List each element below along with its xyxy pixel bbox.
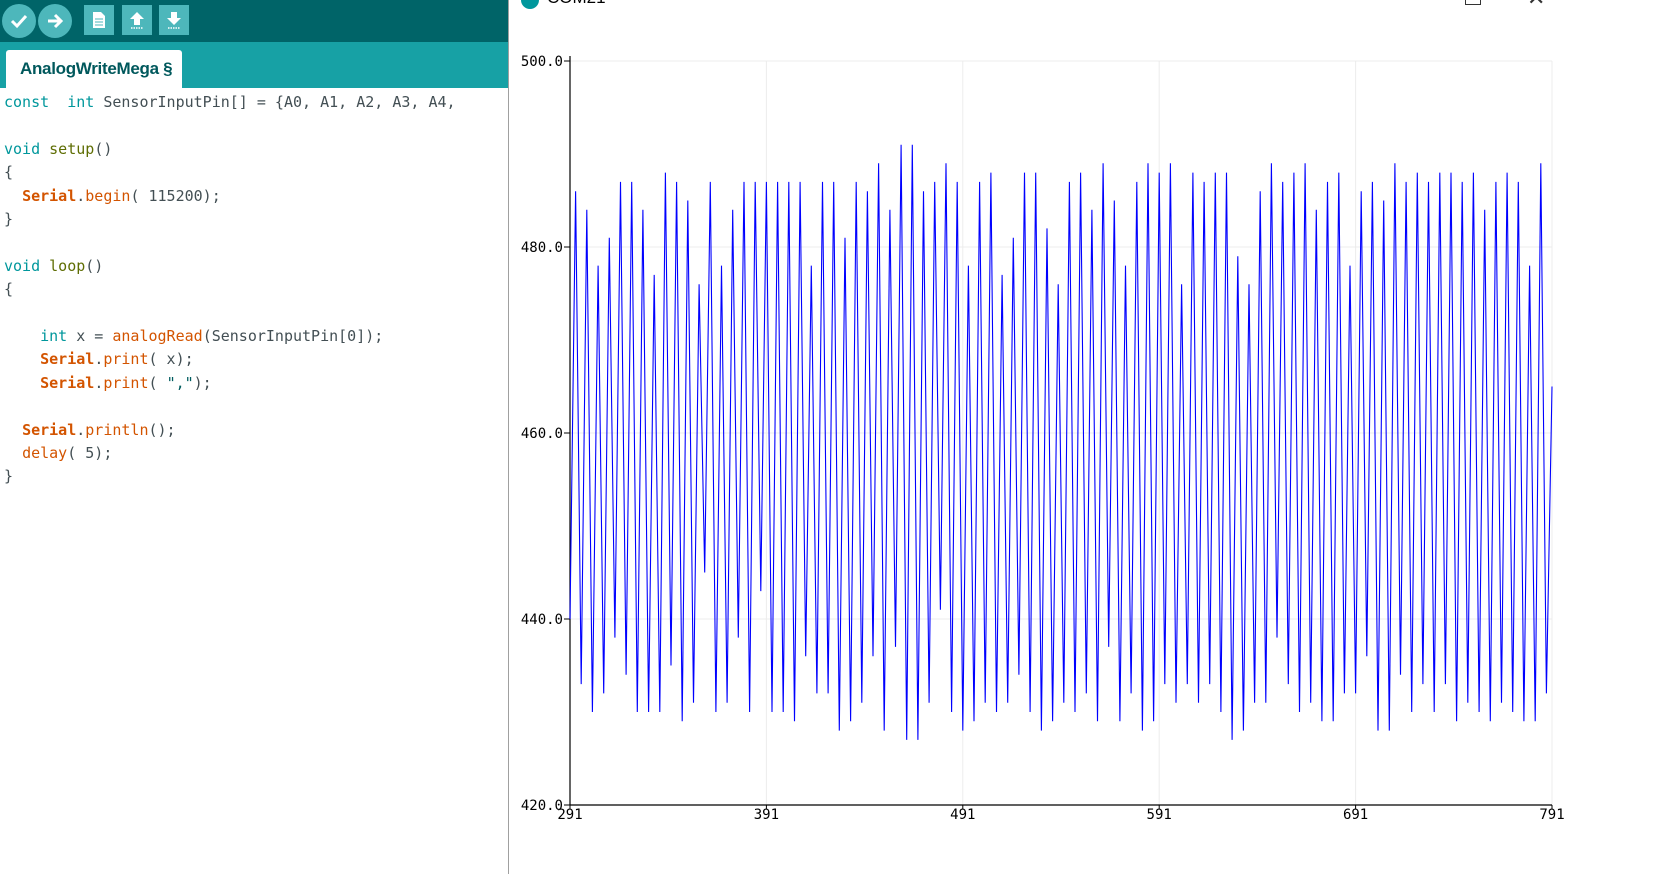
x-tick-label: 391 bbox=[754, 807, 779, 823]
code-line: } bbox=[4, 207, 13, 231]
y-tick-label: 440.0 bbox=[521, 612, 563, 628]
arrow-up-icon bbox=[130, 12, 144, 29]
code-token: x = bbox=[67, 327, 113, 345]
code-token: Serial bbox=[40, 373, 95, 392]
x-tick-label: 291 bbox=[557, 807, 582, 823]
code-line: Serial.print( x); bbox=[4, 347, 194, 371]
toolbar bbox=[0, 0, 508, 42]
open-sketch-button[interactable] bbox=[122, 5, 152, 35]
code-token: int bbox=[40, 327, 68, 345]
upload-button[interactable] bbox=[38, 4, 72, 38]
code-token: ( 115200); bbox=[130, 186, 221, 205]
y-tick-label: 460.0 bbox=[521, 426, 563, 442]
code-token: print bbox=[103, 350, 149, 369]
code-line: Serial.begin( 115200); bbox=[4, 184, 221, 208]
code-token: { bbox=[4, 163, 14, 182]
code-token: ( 5); bbox=[67, 444, 113, 462]
code-token: ( x); bbox=[148, 350, 194, 369]
code-line: int x = analogRead(SensorInputPin[0]); bbox=[4, 324, 383, 348]
code-token: . bbox=[76, 420, 86, 439]
code-token: Serial bbox=[22, 186, 77, 205]
arduino-ide-window: AnalogWriteMega § const int SensorInputP… bbox=[0, 0, 508, 874]
tab-bar: AnalogWriteMega § bbox=[0, 42, 508, 88]
check-icon bbox=[10, 14, 28, 29]
code-token: analogRead bbox=[112, 327, 203, 345]
code-token: } bbox=[4, 210, 14, 228]
arrow-right-icon bbox=[48, 13, 64, 29]
code-token: Serial bbox=[22, 420, 77, 439]
code-token: () bbox=[85, 256, 104, 275]
code-token: (SensorInputPin[0]); bbox=[202, 327, 384, 345]
plot-area: 500.0480.0460.0440.0420.0291 391 491 591 691… bbox=[521, 54, 1565, 823]
code-token: begin bbox=[85, 186, 131, 205]
code-line: { bbox=[4, 160, 13, 184]
code-token: . bbox=[94, 373, 104, 392]
code-token: (); bbox=[148, 420, 176, 439]
code-token: loop bbox=[49, 256, 86, 275]
code-line: { bbox=[4, 277, 13, 301]
code-token: . bbox=[94, 350, 104, 369]
arrow-down-icon bbox=[167, 12, 181, 29]
code-line: void loop() bbox=[4, 254, 103, 278]
code-token: print bbox=[103, 373, 149, 392]
verify-button[interactable] bbox=[2, 4, 36, 38]
code-line: delay( 5); bbox=[4, 441, 112, 465]
new-file-icon bbox=[93, 12, 105, 28]
code-token: void bbox=[4, 139, 41, 158]
serial-plotter-window: COM21 ✕ 500.0480.0460.0440.0420.02913914… bbox=[508, 0, 1669, 874]
code-token: delay bbox=[22, 444, 68, 462]
code-token: void bbox=[4, 256, 41, 275]
save-sketch-button[interactable] bbox=[159, 5, 189, 35]
code-line: void setup() bbox=[4, 137, 112, 161]
series-line bbox=[569, 144, 1553, 740]
code-token: ( bbox=[148, 373, 167, 392]
code-token: } bbox=[4, 467, 14, 486]
code-token: Serial bbox=[40, 350, 95, 369]
code-token: "," bbox=[166, 373, 194, 392]
y-tick-label: 500.0 bbox=[521, 54, 563, 70]
code-token: ); bbox=[193, 373, 212, 392]
code-token: . bbox=[76, 186, 86, 205]
code-token: println bbox=[85, 420, 149, 439]
code-token: const bbox=[4, 93, 50, 111]
code-editor[interactable]: const int SensorInputPin[] = {A0, A1, A2… bbox=[0, 88, 508, 874]
x-tick-label: 691 bbox=[1343, 807, 1368, 823]
code-token: () bbox=[94, 139, 113, 158]
code-token: SensorInputPin[] = {A0, A1, A2, A3, A4, bbox=[94, 93, 456, 111]
code-line: } bbox=[4, 464, 13, 488]
code-line: const int SensorInputPin[] = {A0, A1, A2… bbox=[4, 90, 456, 114]
code-token: int bbox=[67, 93, 95, 111]
code-line: Serial.println(); bbox=[4, 418, 176, 442]
tab-analogwritemega[interactable]: AnalogWriteMega § bbox=[6, 50, 183, 88]
x-tick-label: 491 bbox=[950, 807, 975, 823]
x-tick-label: 791 bbox=[1539, 807, 1564, 823]
new-sketch-button[interactable] bbox=[84, 5, 114, 35]
code-token: { bbox=[4, 280, 14, 299]
code-token: setup bbox=[49, 139, 95, 158]
code-line: Serial.print( ","); bbox=[4, 371, 212, 395]
y-tick-label: 480.0 bbox=[521, 240, 563, 256]
x-tick-label: 591 bbox=[1147, 807, 1172, 823]
